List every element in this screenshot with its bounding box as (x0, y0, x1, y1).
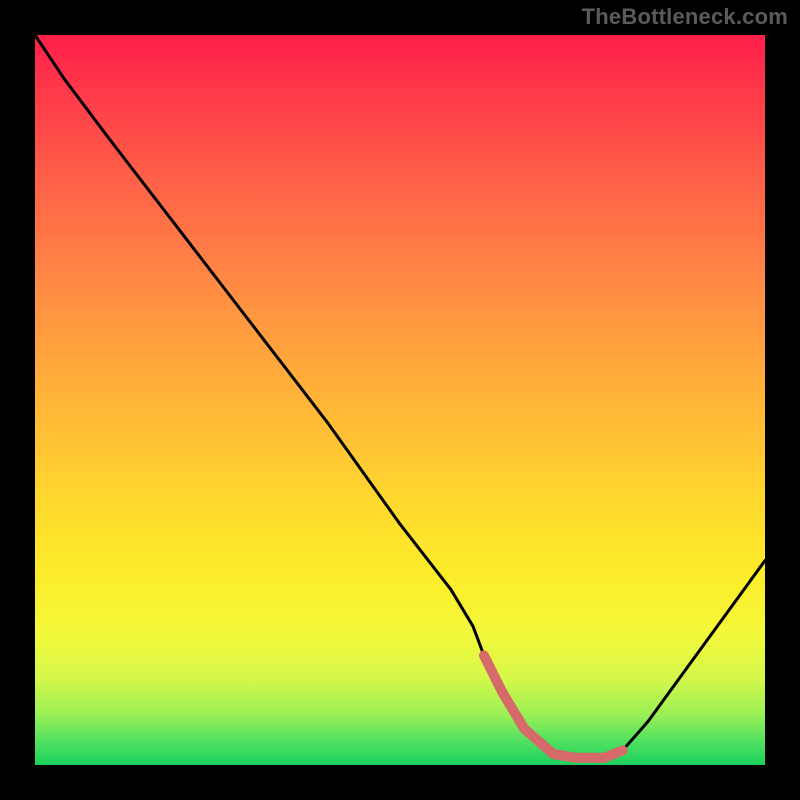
chart-lines (35, 35, 765, 765)
bottleneck-curve-path (35, 35, 765, 758)
chart-frame: TheBottleneck.com (0, 0, 800, 800)
watermark-text: TheBottleneck.com (582, 4, 788, 30)
optimal-band-path (484, 656, 623, 758)
